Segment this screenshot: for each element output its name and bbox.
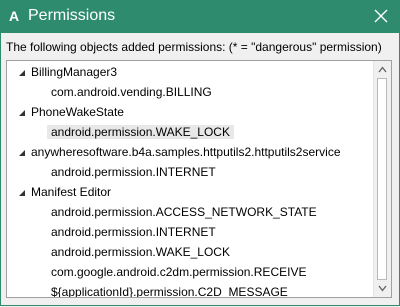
tree-item[interactable]: com.google.android.c2dm.permission.RECEI…	[51, 263, 306, 281]
window-title: Permissions	[28, 7, 116, 24]
scrollbar-thumb[interactable]	[377, 78, 387, 280]
scroll-up-icon[interactable]	[376, 63, 389, 76]
permissions-tree[interactable]: BillingManager3 com.android.vending.BILL…	[6, 60, 392, 298]
app-logo-icon: A	[9, 8, 20, 24]
tree-item[interactable]: android.permission.INTERNET	[51, 223, 216, 241]
selected-item-label: android.permission.WAKE_LOCK	[47, 125, 234, 139]
tree-item[interactable]: com.android.vending.BILLING	[51, 83, 212, 101]
tree-item[interactable]: android.permission.INTERNET	[51, 163, 216, 181]
tree-item[interactable]: android.permission.WAKE_LOCK	[51, 243, 230, 261]
tree-group-billingmanager3[interactable]: BillingManager3	[31, 63, 117, 81]
tree-group-httputils2service[interactable]: anywheresoftware.b4a.samples.httputils2.…	[31, 143, 341, 161]
scroll-down-icon[interactable]	[376, 282, 389, 295]
title-bar: A Permissions	[0, 0, 400, 33]
tree-group-manifest-editor[interactable]: Manifest Editor	[31, 183, 111, 201]
tree-item[interactable]: ${applicationId}.permission.C2D_MESSAGE	[51, 283, 288, 297]
tree-group-phonewakestate[interactable]: PhoneWakeState	[31, 103, 124, 121]
expanded-triangle-icon[interactable]	[17, 108, 27, 118]
expanded-triangle-icon[interactable]	[17, 188, 27, 198]
tree-item[interactable]: android.permission.ACCESS_NETWORK_STATE	[51, 203, 317, 221]
vertical-scrollbar[interactable]	[373, 61, 391, 297]
info-text: The following objects added permissions:…	[6, 40, 382, 54]
close-icon[interactable]	[372, 7, 390, 25]
expanded-triangle-icon[interactable]	[17, 68, 27, 78]
expanded-triangle-icon[interactable]	[17, 148, 27, 158]
tree-item-selected[interactable]: android.permission.WAKE_LOCK	[47, 123, 234, 141]
